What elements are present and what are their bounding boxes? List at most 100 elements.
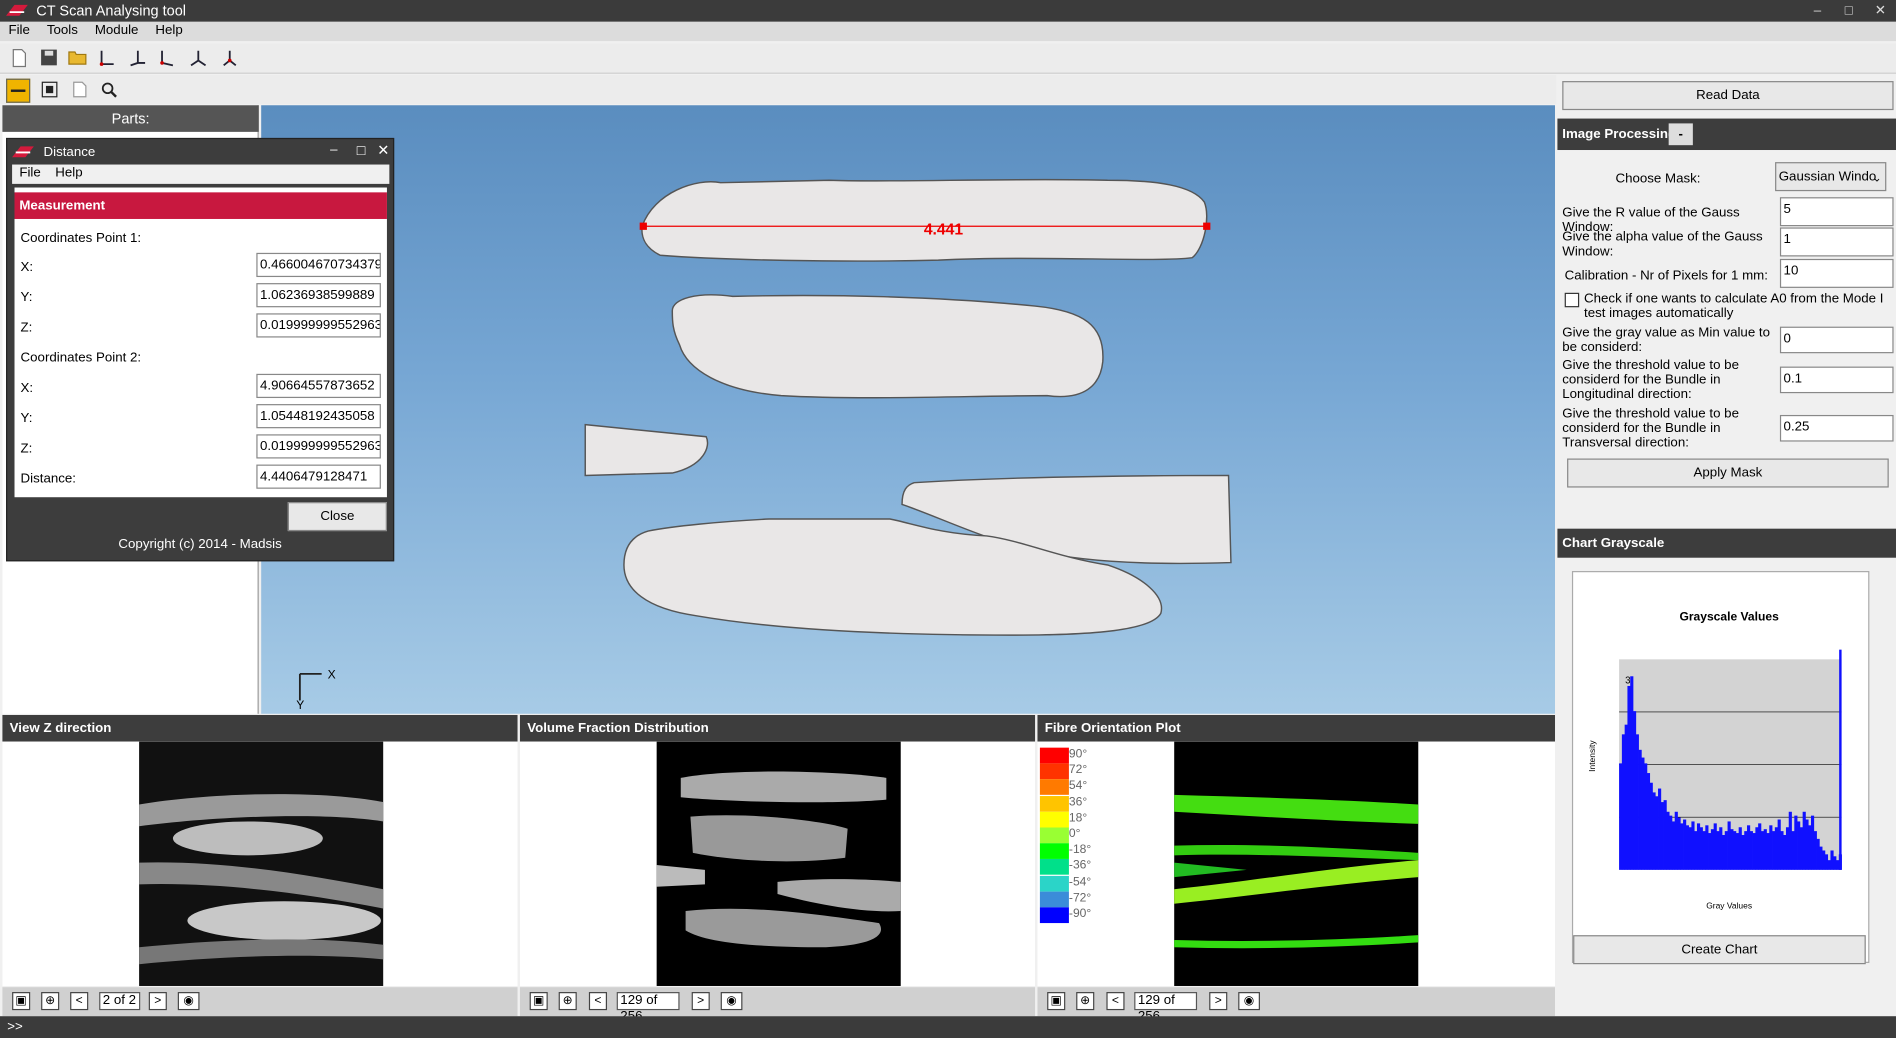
chart-bar: [1827, 860, 1831, 870]
next-slice-button[interactable]: >: [1209, 992, 1228, 1011]
chart-bar: [1683, 819, 1687, 870]
eye-icon[interactable]: ◉: [720, 992, 743, 1011]
next-slice-button[interactable]: >: [148, 992, 167, 1011]
axis-y-label: Y: [296, 698, 304, 712]
close-window-button[interactable]: ✕: [1865, 0, 1896, 22]
a0-checkbox-label: Check if one wants to calculate A0 from …: [1584, 291, 1884, 321]
zoom-icon[interactable]: ⊕: [558, 992, 577, 1011]
chart-bar: [1630, 676, 1634, 870]
apply-mask-button[interactable]: Apply Mask: [1567, 458, 1889, 488]
eye-icon[interactable]: ◉: [177, 992, 200, 1011]
p2-y-field[interactable]: 1.05448192435058: [256, 404, 381, 429]
axis-yz-icon[interactable]: [128, 48, 147, 67]
main-toolbar: [0, 43, 1896, 74]
save-icon[interactable]: [39, 48, 58, 67]
menu-bar: File Tools Module Help: [0, 21, 1896, 42]
fibre-bundle-shape: [671, 294, 1104, 399]
chart-bar: [1680, 823, 1684, 870]
transversal-field[interactable]: 0.25: [1779, 414, 1894, 442]
longitudinal-field[interactable]: 0.1: [1779, 366, 1894, 394]
p2-z-field[interactable]: 0.0199999995529634: [256, 434, 381, 459]
chart-bar: [1652, 792, 1656, 870]
measure-distance-icon[interactable]: [6, 78, 31, 103]
read-data-button[interactable]: Read Data: [1562, 81, 1894, 111]
next-slice-button[interactable]: >: [691, 992, 710, 1011]
longitudinal-label: Give the threshold value to be considerd…: [1562, 358, 1739, 402]
collapse-button[interactable]: -: [1668, 123, 1693, 146]
eye-icon[interactable]: ◉: [1238, 992, 1260, 1011]
chevron-down-icon: ⌄: [1872, 171, 1882, 184]
chart-bar: [1705, 825, 1709, 870]
chart-bar: [1694, 831, 1698, 870]
p1-z-field[interactable]: 0.0199999995529634: [256, 313, 381, 338]
chart-bar: [1772, 831, 1776, 870]
blank-page-icon[interactable]: [70, 81, 89, 100]
legend-entry: -90°: [1039, 907, 1113, 924]
fit-icon[interactable]: ▣: [529, 992, 548, 1011]
chart-bar: [1627, 685, 1631, 870]
page-number-field[interactable]: 129: [1138, 993, 1160, 1008]
chart-bar: [1735, 833, 1740, 870]
menu-module[interactable]: Module: [86, 22, 147, 41]
menu-help[interactable]: Help: [147, 22, 191, 41]
create-chart-button[interactable]: Create Chart: [1573, 935, 1866, 965]
prev-slice-button[interactable]: <: [1106, 992, 1125, 1011]
a0-checkbox[interactable]: [1564, 292, 1580, 308]
dialog-menu-help[interactable]: Help: [48, 165, 90, 184]
dialog-menu-file[interactable]: File: [12, 165, 48, 184]
alpha-value-field[interactable]: 1: [1779, 227, 1894, 257]
measurement-point-2[interactable]: [1203, 222, 1211, 230]
dialog-maximize-button[interactable]: □: [357, 142, 366, 159]
legend-entry: 90°: [1039, 747, 1113, 764]
x-axis-label: Gray Values: [1706, 901, 1752, 911]
page-indicator: 2 of 2: [99, 992, 141, 1011]
legend-swatch: [1039, 875, 1069, 892]
menu-file[interactable]: File: [0, 22, 38, 41]
fit-view-icon[interactable]: [40, 81, 59, 100]
p1-y-field[interactable]: 1.06236938599889: [256, 283, 381, 308]
chart-bar: [1760, 831, 1765, 870]
r-value-field[interactable]: 5: [1779, 197, 1894, 227]
chart-bar: [1797, 821, 1801, 870]
chart-bar: [1649, 782, 1653, 870]
zoom-icon[interactable]: [99, 81, 118, 100]
dialog-minimize-button[interactable]: –: [330, 143, 337, 158]
axis-xy-icon[interactable]: [97, 48, 116, 67]
chart-bar: [1685, 825, 1689, 870]
mask-select[interactable]: Gaussian Windo ⌄: [1775, 162, 1887, 192]
legend-entry: -54°: [1039, 875, 1113, 892]
chart-bar: [1822, 850, 1826, 870]
dialog-close-icon[interactable]: ✕: [377, 142, 389, 159]
new-file-icon[interactable]: [10, 48, 29, 68]
chart-grayscale-header: Chart Grayscale: [1557, 528, 1896, 558]
chart-bar: [1785, 827, 1790, 870]
menu-tools[interactable]: Tools: [38, 22, 86, 41]
maximize-button[interactable]: □: [1833, 0, 1864, 22]
prev-slice-button[interactable]: <: [588, 992, 608, 1011]
distance-field[interactable]: 4.4406479128471: [256, 464, 381, 489]
calibration-field[interactable]: 10: [1779, 258, 1894, 288]
axis-3d-icon[interactable]: [189, 48, 208, 67]
page-number-field[interactable]: 129: [620, 993, 642, 1008]
fibre-orientation-image: [1174, 741, 1419, 986]
chart-bar: [1774, 827, 1778, 870]
legend-label: -90°: [1068, 907, 1092, 921]
close-button[interactable]: Close: [287, 502, 387, 532]
p2-x-field[interactable]: 4.90664557873652: [256, 373, 381, 399]
3d-viewport[interactable]: 4.441 X Y: [261, 105, 1556, 714]
zoom-icon[interactable]: ⊕: [41, 992, 60, 1011]
axis-xz-icon[interactable]: [157, 48, 176, 67]
zoom-icon[interactable]: ⊕: [1076, 992, 1095, 1011]
measurement-point-1[interactable]: [639, 222, 647, 230]
prev-slice-button[interactable]: <: [70, 992, 89, 1011]
p1-z-label: Z:: [20, 320, 33, 336]
chart-bar: [1696, 823, 1701, 870]
gray-min-field[interactable]: 0: [1779, 326, 1894, 354]
fit-icon[interactable]: ▣: [12, 992, 31, 1011]
axis-iso-icon[interactable]: [220, 48, 239, 67]
open-folder-icon[interactable]: [68, 48, 87, 67]
fit-icon[interactable]: ▣: [1047, 992, 1066, 1011]
page-number-field[interactable]: 2: [103, 993, 110, 1008]
p1-x-field[interactable]: 0.466004670734379: [256, 252, 381, 278]
minimize-button[interactable]: –: [1802, 0, 1833, 22]
